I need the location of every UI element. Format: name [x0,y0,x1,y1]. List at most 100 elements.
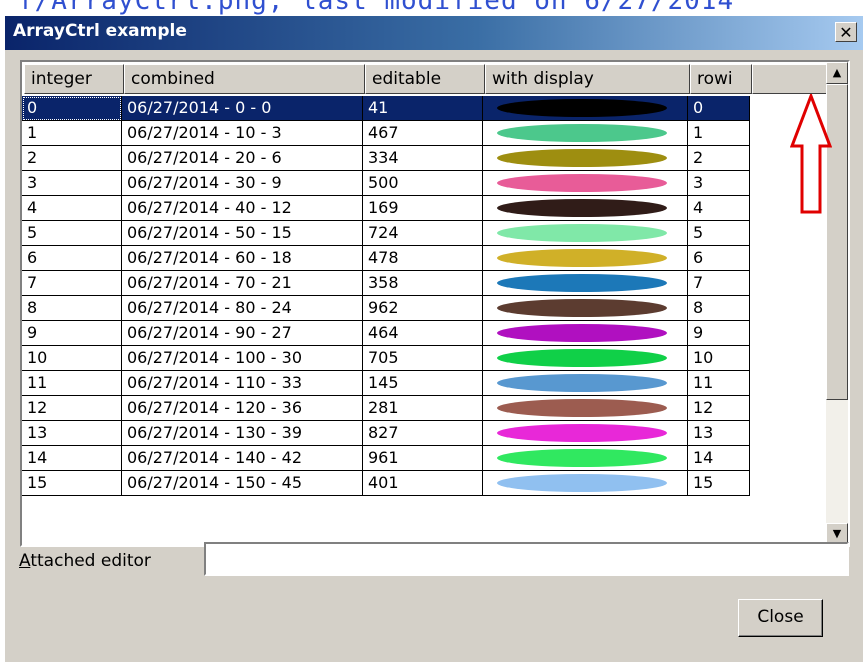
cell-editable[interactable]: 467 [363,121,483,146]
table-row[interactable]: 9 06/27/2014 - 90 - 27 464 9 [22,321,770,346]
cell-editable[interactable]: 500 [363,171,483,196]
cell-color-display[interactable] [483,121,688,146]
table-row[interactable]: 15 06/27/2014 - 150 - 45 401 15 [22,471,770,496]
table-row[interactable]: 10 06/27/2014 - 100 - 30 705 10 [22,346,770,371]
cell-color-display[interactable] [483,421,688,446]
cell-integer[interactable]: 9 [22,321,122,346]
cell-rowi[interactable]: 3 [688,171,750,196]
cell-rowi[interactable]: 15 [688,471,750,496]
cell-color-display[interactable] [483,396,688,421]
table-row[interactable]: 12 06/27/2014 - 120 - 36 281 12 [22,396,770,421]
cell-editable[interactable]: 724 [363,221,483,246]
column-header-with-display[interactable]: with display [485,64,690,94]
cell-editable[interactable]: 41 [363,96,483,121]
cell-editable[interactable]: 145 [363,371,483,396]
cell-editable[interactable]: 169 [363,196,483,221]
cell-combined[interactable]: 06/27/2014 - 50 - 15 [122,221,363,246]
table-row[interactable]: 2 06/27/2014 - 20 - 6 334 2 [22,146,770,171]
cell-combined[interactable]: 06/27/2014 - 100 - 30 [122,346,363,371]
cell-integer[interactable]: 6 [22,246,122,271]
cell-combined[interactable]: 06/27/2014 - 130 - 39 [122,421,363,446]
table-row[interactable]: 13 06/27/2014 - 130 - 39 827 13 [22,421,770,446]
cell-rowi[interactable]: 7 [688,271,750,296]
cell-color-display[interactable] [483,246,688,271]
cell-rowi[interactable]: 6 [688,246,750,271]
table-row[interactable]: 7 06/27/2014 - 70 - 21 358 7 [22,271,770,296]
cell-rowi[interactable]: 13 [688,421,750,446]
cell-editable[interactable]: 281 [363,396,483,421]
cell-color-display[interactable] [483,196,688,221]
cell-combined[interactable]: 06/27/2014 - 140 - 42 [122,446,363,471]
cell-editable[interactable]: 705 [363,346,483,371]
cell-color-display[interactable] [483,271,688,296]
cell-rowi[interactable]: 5 [688,221,750,246]
cell-color-display[interactable] [483,371,688,396]
cell-combined[interactable]: 06/27/2014 - 0 - 0 [122,96,363,121]
cell-combined[interactable]: 06/27/2014 - 110 - 33 [122,371,363,396]
cell-combined[interactable]: 06/27/2014 - 60 - 18 [122,246,363,271]
table-row[interactable]: 6 06/27/2014 - 60 - 18 478 6 [22,246,770,271]
table-row[interactable]: 4 06/27/2014 - 40 - 12 169 4 [22,196,770,221]
cell-editable[interactable]: 464 [363,321,483,346]
cell-rowi[interactable]: 0 [688,96,750,121]
close-button[interactable]: Close [738,599,823,637]
cell-integer[interactable]: 1 [22,121,122,146]
cell-integer[interactable]: 2 [22,146,122,171]
cell-combined[interactable]: 06/27/2014 - 150 - 45 [122,471,363,496]
cell-rowi[interactable]: 11 [688,371,750,396]
cell-integer[interactable]: 8 [22,296,122,321]
cell-editable[interactable]: 478 [363,246,483,271]
table-row[interactable]: 3 06/27/2014 - 30 - 9 500 3 [22,171,770,196]
cell-color-display[interactable] [483,471,688,496]
cell-rowi[interactable]: 4 [688,196,750,221]
column-header-rowi[interactable]: rowi [690,64,752,94]
cell-rowi[interactable]: 9 [688,321,750,346]
cell-integer[interactable]: 13 [22,421,122,446]
cell-rowi[interactable]: 8 [688,296,750,321]
cell-integer[interactable]: 4 [22,196,122,221]
cell-editable[interactable]: 827 [363,421,483,446]
cell-combined[interactable]: 06/27/2014 - 80 - 24 [122,296,363,321]
cell-integer[interactable]: 11 [22,371,122,396]
cell-color-display[interactable] [483,321,688,346]
cell-combined[interactable]: 06/27/2014 - 40 - 12 [122,196,363,221]
cell-rowi[interactable]: 14 [688,446,750,471]
cell-combined[interactable]: 06/27/2014 - 10 - 3 [122,121,363,146]
table-row[interactable]: 8 06/27/2014 - 80 - 24 962 8 [22,296,770,321]
cell-color-display[interactable] [483,446,688,471]
cell-combined[interactable]: 06/27/2014 - 70 - 21 [122,271,363,296]
cell-editable[interactable]: 334 [363,146,483,171]
cell-color-display[interactable] [483,221,688,246]
cell-integer[interactable]: 7 [22,271,122,296]
cell-integer[interactable]: 5 [22,221,122,246]
cell-color-display[interactable] [483,171,688,196]
table-row[interactable]: 5 06/27/2014 - 50 - 15 724 5 [22,221,770,246]
cell-rowi[interactable]: 12 [688,396,750,421]
cell-integer[interactable]: 12 [22,396,122,421]
cell-rowi[interactable]: 2 [688,146,750,171]
table-row[interactable]: 11 06/27/2014 - 110 - 33 145 11 [22,371,770,396]
cell-editable[interactable]: 962 [363,296,483,321]
window-close-button[interactable]: ✕ [835,22,857,42]
cell-color-display[interactable] [483,346,688,371]
column-header-integer[interactable]: integer [24,64,124,94]
cell-rowi[interactable]: 1 [688,121,750,146]
cell-combined[interactable]: 06/27/2014 - 20 - 6 [122,146,363,171]
cell-editable[interactable]: 358 [363,271,483,296]
cell-integer[interactable]: 15 [22,471,122,496]
cell-color-display[interactable] [483,146,688,171]
cell-color-display[interactable] [483,96,688,121]
column-header-editable[interactable]: editable [365,64,485,94]
column-header-combined[interactable]: combined [124,64,365,94]
cell-rowi[interactable]: 10 [688,346,750,371]
cell-integer[interactable]: 3 [22,171,122,196]
cell-integer[interactable]: 10 [22,346,122,371]
attached-editor-field[interactable] [204,542,849,576]
table-row[interactable]: 14 06/27/2014 - 140 - 42 961 14 [22,446,770,471]
column-header-empty[interactable] [752,64,828,94]
cell-combined[interactable]: 06/27/2014 - 90 - 27 [122,321,363,346]
cell-color-display[interactable] [483,296,688,321]
array-grid[interactable]: integer combined editable with display r… [20,60,850,547]
cell-integer[interactable]: 14 [22,446,122,471]
cell-editable[interactable]: 401 [363,471,483,496]
